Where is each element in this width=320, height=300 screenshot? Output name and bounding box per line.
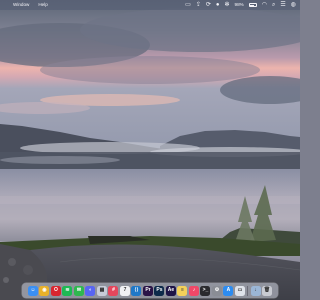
desktop-wallpaper	[0, 0, 300, 300]
record-icon[interactable]: ●	[216, 0, 220, 10]
vscode-icon[interactable]: ⟨⟩	[131, 285, 142, 296]
spotify-icon[interactable]: ≋	[62, 285, 73, 296]
messages-glyph: ✉	[76, 287, 82, 293]
wallpaper-landscape	[0, 0, 300, 300]
aftereffects-icon[interactable]: Ae	[165, 285, 176, 296]
launchpad-icon[interactable]: ▦	[96, 285, 107, 296]
app-store-icon[interactable]: A	[223, 285, 234, 296]
discord-glyph: ◐	[88, 287, 92, 293]
opera-icon[interactable]: O	[50, 285, 61, 296]
search-icon[interactable]: ⌕	[272, 0, 275, 10]
battery-percent: 98%	[234, 2, 244, 7]
launchpad-glyph: ▦	[99, 287, 105, 293]
premiere-icon[interactable]: Pr	[142, 285, 153, 296]
sync-icon[interactable]: ⟳	[206, 0, 211, 10]
messages-icon[interactable]: ✉	[73, 285, 84, 296]
app-store-glyph: A	[226, 287, 231, 293]
premiere-glyph: Pr	[145, 287, 151, 293]
finder-glyph: ☺	[30, 287, 36, 293]
menu-bar-right: ▭ ⇪ ⟳ ● ✻ 98% ◠ ⌕ ☰ ◍	[185, 0, 296, 10]
siri-icon[interactable]: ◍	[291, 0, 296, 10]
opera-glyph: O	[54, 287, 58, 293]
finder-icon[interactable]: ☺	[27, 285, 38, 296]
menu-bar-left: Window Help	[4, 0, 48, 10]
fan-icon[interactable]: ✻	[225, 0, 230, 10]
discord-icon[interactable]: ◐	[85, 285, 96, 296]
wifi-icon[interactable]: ◠	[262, 0, 267, 10]
music-icon[interactable]: ♪	[188, 285, 199, 296]
vscode-glyph: ⟨⟩	[134, 287, 139, 293]
notes-icon[interactable]: ≡	[177, 285, 188, 296]
photoshop-icon[interactable]: Ps	[154, 285, 165, 296]
preview-icon[interactable]: ▭	[234, 285, 245, 296]
display-icon[interactable]: ▭	[185, 0, 191, 10]
dock: ☺ ◉ O ≋ ✉ ◐ ▦ #7 ⟨⟩ Pr Ps Ae ≡ ♪ >_ ⚙ A ▭ ↓ 🗑	[22, 283, 278, 298]
notes-glyph: ≡	[180, 287, 184, 293]
trash-icon[interactable]: 🗑	[262, 285, 273, 296]
downloads-icon[interactable]: ↓	[250, 285, 261, 296]
menu-bar: Window Help ▭ ⇪ ⟳ ● ✻ 98% ◠ ⌕ ☰ ◍	[0, 0, 300, 10]
calendar-icon[interactable]: 7	[119, 285, 130, 296]
terminal-glyph: >_	[202, 287, 209, 293]
control-center-icon[interactable]: ☰	[280, 0, 285, 10]
calendar-glyph: 7	[123, 287, 127, 293]
downloads-glyph: ↓	[254, 287, 257, 293]
spotify-glyph: ≋	[65, 287, 70, 293]
upload-icon[interactable]: ⇪	[196, 0, 201, 10]
music-glyph: ♪	[192, 287, 196, 293]
system-settings-icon[interactable]: ⚙	[211, 285, 222, 296]
menu-help[interactable]: Help	[38, 0, 47, 10]
trash-glyph: 🗑	[263, 287, 271, 293]
dock-separator	[247, 285, 249, 296]
menu-window[interactable]: Window	[13, 0, 29, 10]
chrome-glyph: ◉	[42, 287, 47, 293]
slack-icon[interactable]: #	[108, 285, 119, 296]
photoshop-glyph: Ps	[156, 287, 163, 293]
preview-glyph: ▭	[237, 287, 243, 293]
aftereffects-glyph: Ae	[167, 287, 175, 293]
battery-icon[interactable]	[248, 3, 257, 7]
slack-glyph: #	[112, 287, 115, 293]
chrome-icon[interactable]: ◉	[39, 285, 50, 296]
terminal-icon[interactable]: >_	[200, 285, 211, 296]
system-settings-glyph: ⚙	[214, 287, 220, 293]
